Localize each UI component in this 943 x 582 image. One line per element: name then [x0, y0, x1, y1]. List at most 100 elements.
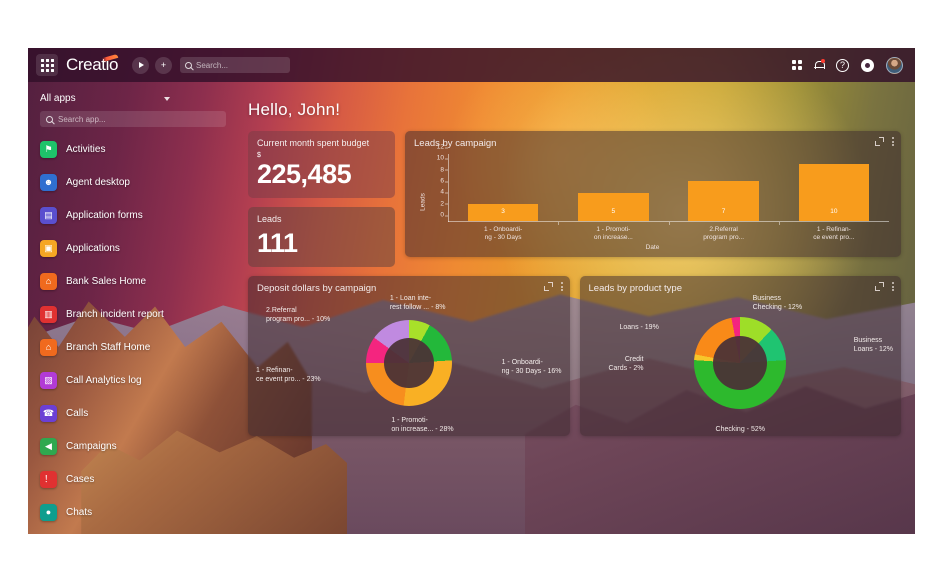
kpi-currency: $ [257, 152, 386, 159]
sidebar-item-label: Chats [66, 507, 92, 519]
x-axis-tick-label: 2.Referralprogram pro... [687, 226, 761, 242]
donut-ring[interactable] [366, 320, 452, 406]
bar-rect: 7 [688, 181, 759, 221]
donut-slice-label: 1 - Loan inte-rest follow ... - 8% [390, 294, 446, 312]
donut-slice-label: 2.Referralprogram pro... - 10% [266, 306, 330, 324]
megaphone-icon: ◀ [40, 438, 57, 455]
sidebar-item-bank-sales-home[interactable]: ⌂Bank Sales Home [28, 269, 238, 294]
expand-icon[interactable] [875, 282, 884, 291]
sidebar-item-agent-desktop[interactable]: ☻ Agent desktop [28, 170, 238, 195]
card-actions [875, 282, 894, 291]
more-vertical-icon[interactable] [892, 137, 894, 146]
x-axis-separator [558, 222, 559, 225]
settings-gear-icon[interactable] [861, 59, 874, 72]
app-search-input[interactable]: Search app... [40, 111, 226, 127]
agent-icon: ☻ [40, 174, 57, 191]
card-actions [544, 282, 563, 291]
bar-chart-bar[interactable]: 101 - Refinan-ce event pro... [799, 164, 870, 221]
plus-icon[interactable]: + [155, 57, 172, 74]
form-icon: ▤ [40, 207, 57, 224]
notification-bell-icon[interactable] [814, 60, 824, 71]
y-axis-tick: 8 [440, 166, 444, 173]
global-search-placeholder: Search... [196, 61, 228, 70]
brand-logo[interactable]: Creatio [66, 55, 120, 75]
play-icon[interactable] [132, 57, 149, 74]
sidebar-item-applications[interactable]: ▣ Applications [28, 236, 238, 261]
sidebar-item-label: Agent desktop [66, 177, 130, 189]
bar-value-label: 10 [830, 208, 837, 215]
bar-rect: 10 [799, 164, 870, 221]
global-search-input[interactable]: Search... [180, 57, 290, 73]
bar-chart-bar[interactable]: 72.Referralprogram pro... [688, 181, 759, 221]
donut-slice-label: BusinessLoans - 12% [854, 336, 893, 354]
donut-chart-deposit: 1 - Loan inte-rest follow ... - 8%1 - On… [254, 296, 564, 430]
sidebar-item-branch-incident-report[interactable]: ▥Branch incident report [28, 302, 238, 327]
expand-icon[interactable] [544, 282, 553, 291]
apps-grid-icon[interactable] [792, 60, 802, 70]
apps-grid-icon[interactable] [36, 54, 58, 76]
bar-chart-bar[interactable]: 31 - Onboardi-ng - 30 Days [468, 204, 539, 221]
donut-slice-label: CreditCards - 2% [592, 355, 644, 373]
kpi-card-budget[interactable]: Current month spent budget $ 225,485 [248, 131, 395, 198]
help-icon[interactable]: ? [836, 59, 849, 72]
x-axis-tick-label: 1 - Refinan-ce event pro... [797, 226, 871, 242]
analytics-icon: ▨ [40, 372, 57, 389]
donut-slice-label: 1 - Refinan-ce event pro... - 23% [256, 366, 321, 384]
all-apps-label: All apps [40, 93, 76, 104]
home-icon: ⌂ [40, 339, 57, 356]
page-title: Hello, John! [248, 100, 901, 120]
donut-slice-label: Loans - 19% [620, 323, 659, 332]
y-axis-line [448, 154, 449, 222]
expand-icon[interactable] [875, 137, 884, 146]
sidebar-item-chats[interactable]: ● Chats [28, 500, 238, 525]
sidebar-item-label: Cases [66, 474, 94, 486]
bar-chart-x-axis-label: Date [414, 244, 891, 251]
left-sidebar: All apps Search app... ⚑Activities ☻ Agent… [28, 82, 238, 534]
card-title: Leads by product type [580, 276, 902, 294]
bar-chart-bar[interactable]: 51 - Promoti-on increase... [578, 193, 649, 221]
more-vertical-icon[interactable] [561, 282, 563, 291]
search-icon [185, 62, 192, 69]
x-axis-separator [669, 222, 670, 225]
sidebar-item-application-forms[interactable]: ▤Application forms [28, 203, 238, 228]
donut-ring[interactable] [694, 317, 786, 409]
x-axis-separator [779, 222, 780, 225]
x-axis-tick-label: 1 - Promoti-on increase... [576, 226, 650, 242]
sidebar-item-branch-staff-home[interactable]: ⌂ Branch Staff Home [28, 335, 238, 360]
notification-badge [821, 59, 825, 63]
all-apps-selector[interactable]: All apps [28, 90, 238, 111]
donut-slice-label: Checking - 52% [716, 425, 765, 434]
sidebar-item-label: Call Analytics log [66, 375, 142, 387]
sidebar-item-campaigns[interactable]: ◀Campaigns [28, 434, 238, 459]
report-icon: ▥ [40, 306, 57, 323]
more-vertical-icon[interactable] [892, 282, 894, 291]
creatio-app-window: Creatio + Search... ? All apps Search ap [28, 48, 915, 534]
donut-hole [384, 338, 434, 388]
card-actions [875, 137, 894, 146]
top-right-actions: ? [792, 57, 907, 74]
sidebar-item-call-analytics-log[interactable]: ▨ Call Analytics log [28, 368, 238, 393]
chat-icon: ● [40, 504, 57, 521]
donut-slice-label: BusinessChecking - 12% [753, 294, 802, 312]
kpi-value: 111 [257, 228, 386, 258]
sidebar-nav-list: ⚑Activities ☻ Agent desktop ▤Application fo… [28, 137, 238, 525]
bar-chart-plot-area: 02468101231 - Onboardi-ng - 30 Days51 - … [448, 154, 889, 222]
phone-icon: ☎ [40, 405, 57, 422]
sidebar-item-calls[interactable]: ☎Calls [28, 401, 238, 426]
chart-card-deposit-dollars-by-campaign: Deposit dollars by campaign 1 - Loan int… [248, 276, 570, 436]
y-axis-tick: 4 [440, 189, 444, 196]
kpi-column: Current month spent budget $ 225,485 Lea… [248, 131, 395, 267]
kpi-card-leads[interactable]: Leads 111 [248, 207, 395, 267]
bar-rect: 3 [468, 204, 539, 221]
contact-icon: ▣ [40, 240, 57, 257]
kpi-label: Leads [257, 214, 386, 224]
y-axis-tick: 0 [440, 212, 444, 219]
card-title: Leads by campaign [405, 131, 901, 149]
user-avatar[interactable] [886, 57, 903, 74]
sidebar-item-activities[interactable]: ⚑Activities [28, 137, 238, 162]
sidebar-item-label: Applications [66, 243, 120, 255]
sidebar-item-cases[interactable]: ！Cases [28, 467, 238, 492]
chart-card-leads-by-product-type: Leads by product type BusinessChecking -… [580, 276, 902, 436]
sidebar-item-label: Branch Staff Home [66, 342, 150, 354]
donut-slice-label: 1 - Promoti-on increase... - 28% [391, 416, 453, 434]
